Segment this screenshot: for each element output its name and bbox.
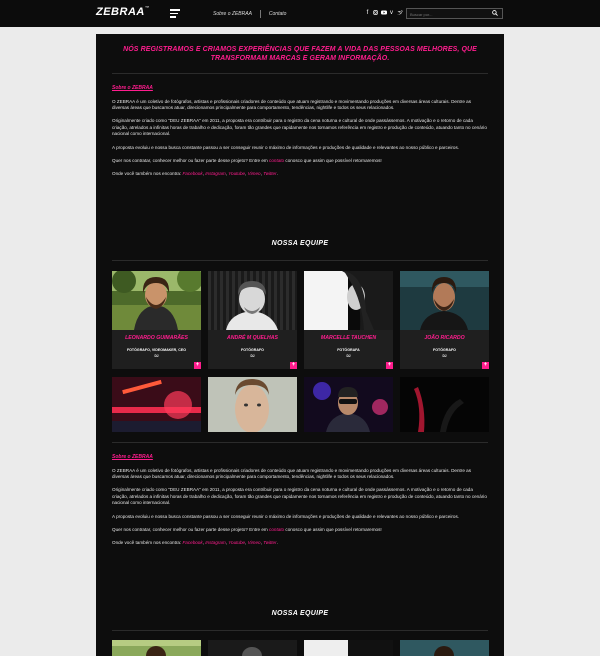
- member-photo-tile[interactable]: [400, 377, 489, 432]
- about-paragraph: Originalmente criado como "DEU ZEBRAA" e…: [112, 487, 487, 506]
- member-photo-tile[interactable]: [208, 640, 297, 656]
- menu-icon[interactable]: [170, 9, 180, 18]
- about-section: Sobre o ZEBRAA O ZEBRAA é um coletivo de…: [112, 85, 488, 184]
- member-photo-tile[interactable]: [400, 640, 489, 656]
- about-title: Sobre o ZEBRAA: [112, 85, 153, 91]
- member-photo: [208, 271, 297, 330]
- member-photo-tile[interactable]: [304, 640, 393, 656]
- member-tag: DJ: [346, 354, 351, 358]
- member-name: JOÃO RICARDO: [424, 335, 465, 341]
- plus-icon[interactable]: +: [194, 362, 201, 369]
- instagram-link[interactable]: Instagram: [205, 171, 225, 176]
- member-name: MARCELLE TAUCHEN: [320, 335, 377, 341]
- member-tag: DJ: [154, 354, 159, 358]
- vimeo-link[interactable]: Vimeo: [248, 540, 261, 545]
- vimeo-icon[interactable]: v: [389, 10, 394, 18]
- youtube-icon[interactable]: [381, 10, 387, 18]
- social-paragraph: Onde você também nos encontra: Facebook,…: [112, 539, 278, 545]
- member-name: ANDRÉ M QUELHAS: [226, 335, 278, 341]
- top-bar: ZEBRAA™ Sobre o ZEBRAA Contato f v: [0, 0, 600, 27]
- nav-link-contato[interactable]: Contato: [269, 11, 287, 17]
- member-photo: [112, 271, 201, 330]
- about-paragraph: A proposta evoluiu e nossa busca constan…: [112, 144, 460, 150]
- facebook-link[interactable]: Facebook: [182, 171, 202, 176]
- divider: [112, 73, 488, 74]
- hero-headline: NÓS REGISTRAMOS E CRIAMOS EXPERIÊNCIAS Q…: [123, 46, 477, 62]
- social-paragraph: Onde você também nos encontra: Facebook,…: [112, 170, 278, 176]
- member-photo-tile[interactable]: [304, 377, 393, 432]
- divider: [112, 260, 488, 261]
- search-box: [406, 8, 503, 19]
- instagram-icon[interactable]: [373, 10, 378, 18]
- about-section: Sobre o ZEBRAA O ZEBRAA é um coletivo de…: [112, 454, 488, 553]
- about-paragraph: O ZEBRAA é um coletivo de fotógrafos, ar…: [112, 98, 472, 111]
- youtube-link[interactable]: Youtube: [228, 540, 245, 545]
- twitter-link[interactable]: Twitter: [263, 540, 276, 545]
- facebook-icon[interactable]: f: [365, 10, 370, 18]
- about-paragraph: A proposta evoluiu e nossa busca constan…: [112, 513, 460, 519]
- youtube-link[interactable]: Youtube: [228, 171, 245, 176]
- about-paragraph: Originalmente criado como "DEU ZEBRAA" e…: [112, 118, 487, 137]
- twitter-icon[interactable]: [397, 10, 403, 18]
- nav-link-sobre[interactable]: Sobre o ZEBRAA: [213, 11, 252, 17]
- content-panel: NÓS REGISTRAMOS E CRIAMOS EXPERIÊNCIAS Q…: [96, 34, 504, 656]
- member-photo: [400, 271, 489, 330]
- divider: [112, 442, 488, 443]
- member-role: FOTÓGRAFO, VIDEOMAKER, CEO: [126, 348, 187, 352]
- contact-link[interactable]: contato: [269, 527, 284, 532]
- search-input[interactable]: [410, 10, 490, 18]
- facebook-link[interactable]: Facebook: [182, 540, 202, 545]
- team-title: NOSSA EQUIPE: [271, 610, 329, 617]
- member-role: FOTÓGRAFO: [241, 348, 264, 352]
- team-title: NOSSA EQUIPE: [271, 240, 329, 247]
- team-card[interactable]: ANDRÉ M QUELHAS FOTÓGRAFO DJ +: [208, 271, 297, 369]
- member-photo: [304, 271, 393, 330]
- plus-icon[interactable]: +: [386, 362, 393, 369]
- member-tag: DJ: [250, 354, 255, 358]
- logo[interactable]: ZEBRAA™: [96, 5, 149, 18]
- nav-divider: [259, 10, 261, 18]
- main-nav: Sobre o ZEBRAA Contato: [213, 10, 286, 18]
- member-tag: DJ: [442, 354, 447, 358]
- member-name: LEONARDO GUIMARÃES: [125, 335, 188, 341]
- instagram-link[interactable]: Instagram: [205, 540, 225, 545]
- twitter-link[interactable]: Twitter: [263, 171, 276, 176]
- member-photo-tile[interactable]: [208, 377, 297, 432]
- search-icon[interactable]: [492, 10, 498, 16]
- contact-paragraph: Quer nos contratar, conhecer melhor ou f…: [112, 157, 382, 163]
- member-role: FOTÓGRAFA: [337, 348, 360, 352]
- vimeo-link[interactable]: Vimeo: [248, 171, 261, 176]
- divider: [112, 630, 488, 631]
- team-card[interactable]: LEONARDO GUIMARÃES FOTÓGRAFO, VIDEOMAKER…: [112, 271, 201, 369]
- member-role: FOTÓGRAFO: [433, 348, 456, 352]
- plus-icon[interactable]: +: [290, 362, 297, 369]
- contact-paragraph: Quer nos contratar, conhecer melhor ou f…: [112, 526, 382, 532]
- team-card[interactable]: MARCELLE TAUCHEN FOTÓGRAFA DJ +: [304, 271, 393, 369]
- team-card[interactable]: JOÃO RICARDO FOTÓGRAFO DJ +: [400, 271, 489, 369]
- contact-link[interactable]: contato: [269, 158, 284, 163]
- plus-icon[interactable]: +: [482, 362, 489, 369]
- member-photo-tile[interactable]: [112, 640, 201, 656]
- member-photo-tile[interactable]: [112, 377, 201, 432]
- social-links: f v: [365, 10, 403, 18]
- about-paragraph: O ZEBRAA é um coletivo de fotógrafos, ar…: [112, 467, 472, 480]
- about-title: Sobre o ZEBRAA: [112, 454, 153, 460]
